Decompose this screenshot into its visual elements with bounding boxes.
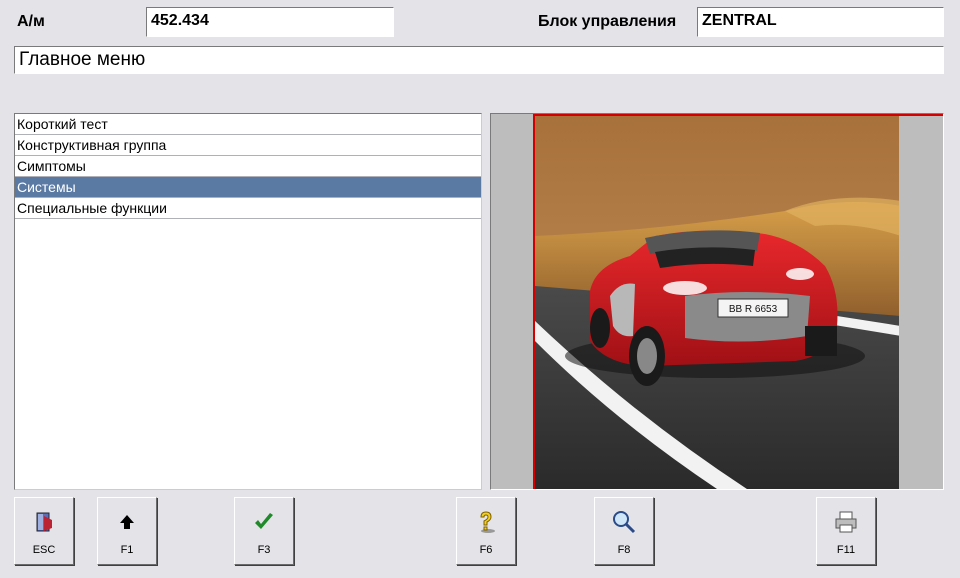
arrow-up-icon	[98, 508, 156, 536]
license-plate: BB R 6653	[729, 304, 778, 315]
f6-button[interactable]: F6	[456, 497, 516, 565]
magnifier-icon	[595, 508, 653, 536]
f8-button[interactable]: F8	[594, 497, 654, 565]
exit-door-icon	[15, 508, 73, 536]
checkmark-icon	[235, 508, 293, 536]
f1-button[interactable]: F1	[97, 497, 157, 565]
menu-item-systems[interactable]: Системы	[15, 177, 481, 198]
esc-button[interactable]: ESC	[14, 497, 74, 565]
f11-key-label: F11	[836, 544, 856, 556]
main-menu-list[interactable]: Короткий тест Конструктивная группа Симп…	[14, 113, 482, 490]
f8-key-label: F8	[617, 544, 631, 556]
vehicle-label: А/м	[17, 13, 45, 30]
vehicle-image-panel: BB R 6653	[490, 113, 944, 490]
help-question-icon	[457, 508, 515, 536]
menu-item-construction-group[interactable]: Конструктивная группа	[15, 135, 481, 156]
f11-button[interactable]: F11	[816, 497, 876, 565]
ecu-label: Блок управления	[538, 13, 677, 30]
vehicle-photo: BB R 6653	[533, 114, 899, 489]
f6-key-label: F6	[479, 544, 493, 556]
menu-item-special-functions[interactable]: Специальные функции	[15, 198, 481, 219]
f3-button[interactable]: F3	[234, 497, 294, 565]
car-illustration: BB R 6653	[535, 116, 899, 489]
ecu-field[interactable]: ZENTRAL	[697, 7, 944, 37]
menu-item-short-test[interactable]: Короткий тест	[15, 114, 481, 135]
page-title: Главное меню	[14, 46, 944, 74]
esc-key-label: ESC	[32, 544, 56, 556]
f1-key-label: F1	[120, 544, 134, 556]
vehicle-field[interactable]: 452.434	[146, 7, 394, 37]
printer-icon	[817, 508, 875, 536]
photo-border-line	[899, 114, 943, 116]
f3-key-label: F3	[257, 544, 271, 556]
menu-item-symptoms[interactable]: Симптомы	[15, 156, 481, 177]
